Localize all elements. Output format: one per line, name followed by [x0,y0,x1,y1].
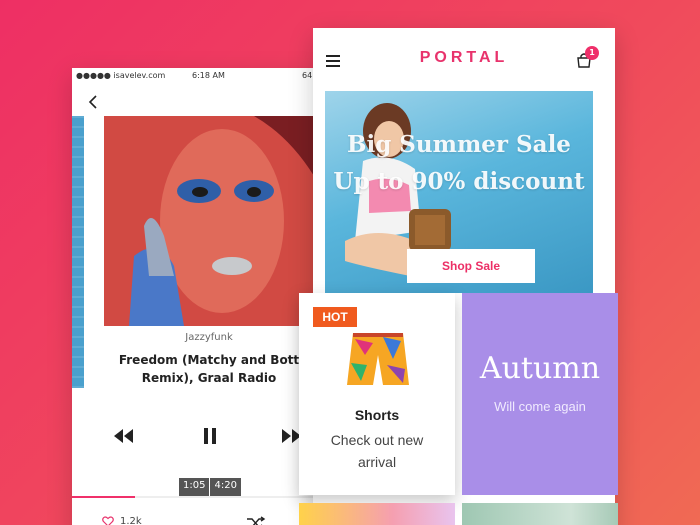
brand-logo[interactable]: PORTAL [313,49,615,67]
like-count: 1.2k [120,516,142,525]
music-player-screen: ●●●●● isavelev.com 6:18 AM 64 Jazzyfunk … [72,68,322,525]
hot-badge: HOT [313,307,357,327]
next-card-preview-left[interactable] [299,503,455,525]
rewind-icon[interactable] [112,426,134,446]
shop-sale-button[interactable]: Shop Sale [407,249,535,283]
hero-headline: Big Summer Sale Up to 90% discount [333,131,585,195]
progress-fill [72,496,135,498]
status-time: 6:18 AM [192,71,225,80]
pause-icon[interactable] [199,426,221,446]
album-portrait-image [104,116,314,326]
progress-bar[interactable] [72,496,322,498]
heart-icon [102,516,114,525]
battery-level: 64 [302,71,313,80]
cart-count-badge: 1 [585,46,599,60]
elapsed-time: 1:05 [179,478,210,496]
like-button[interactable]: 1.2k [102,516,142,525]
chevron-left-icon[interactable] [86,94,102,110]
genre-label: Jazzyfunk [185,332,233,343]
next-card-preview-right[interactable] [462,503,618,525]
promo-card-autumn[interactable]: Autumn Will come again [462,293,618,495]
status-bar: ●●●●● isavelev.com 6:18 AM 64 [72,68,322,86]
promo-title: Autumn [479,351,601,386]
shorts-product-image [347,333,409,385]
album-art [104,116,314,326]
promo-subtitle: Will come again [494,399,586,414]
carrier-label: ●●●●● isavelev.com [76,71,166,80]
product-card-shorts[interactable]: HOT Shorts Check out new arrival [299,293,455,495]
track-title: Freedom (Matchy and Bott Remix), Graal R… [118,353,300,385]
shuffle-icon[interactable] [246,516,266,525]
hero-banner[interactable]: Big Summer Sale Up to 90% discount Shop … [325,91,593,293]
total-duration: 4:20 [210,478,241,496]
previous-album-art[interactable] [72,116,84,388]
product-title: Shorts [354,407,400,423]
product-subtitle: Check out new arrival [330,432,424,470]
time-readout: 1:05 4:20 [179,478,242,496]
